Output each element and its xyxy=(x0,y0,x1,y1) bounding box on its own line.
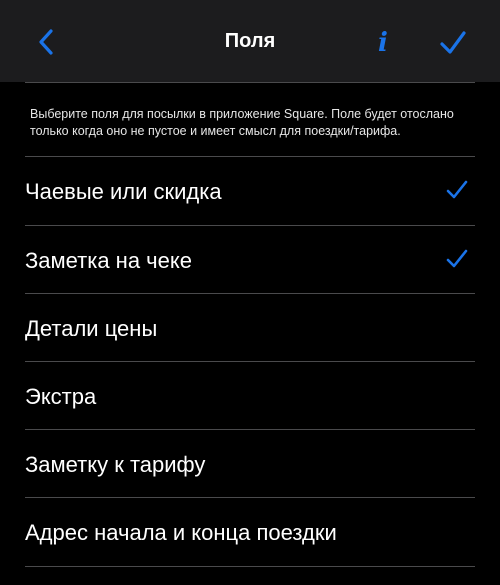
checkmark-icon xyxy=(440,31,466,54)
field-row-trip-addresses[interactable]: Адрес начала и конца поездки xyxy=(25,498,475,566)
description-text: Выберите поля для посылки в приложение S… xyxy=(30,107,454,138)
field-label: Чаевые или скидка xyxy=(25,179,222,204)
field-row-extra[interactable]: Экстра xyxy=(25,362,475,430)
checkmark-icon xyxy=(446,249,468,268)
field-label: Заметку к тарифу xyxy=(25,452,206,477)
navigation-bar: Поля i xyxy=(0,0,500,82)
field-row-fare-note[interactable]: Заметку к тарифу xyxy=(25,430,475,498)
page-title: Поля xyxy=(224,30,276,52)
info-button[interactable]: i xyxy=(370,26,396,60)
checkmark-icon xyxy=(446,180,468,199)
field-label: Детали цены xyxy=(25,316,158,341)
field-row-tip-or-discount[interactable]: Чаевые или скидка xyxy=(25,157,475,225)
field-label: Экстра xyxy=(25,384,97,409)
divider xyxy=(25,82,475,83)
field-label: Заметка на чеке xyxy=(25,248,192,273)
done-button[interactable] xyxy=(436,27,470,59)
field-label: Адрес начала и конца поездки xyxy=(25,520,337,545)
divider xyxy=(25,566,475,567)
field-row-price-details[interactable]: Детали цены xyxy=(25,294,475,362)
field-row-receipt-note[interactable]: Заметка на чеке xyxy=(25,226,475,294)
